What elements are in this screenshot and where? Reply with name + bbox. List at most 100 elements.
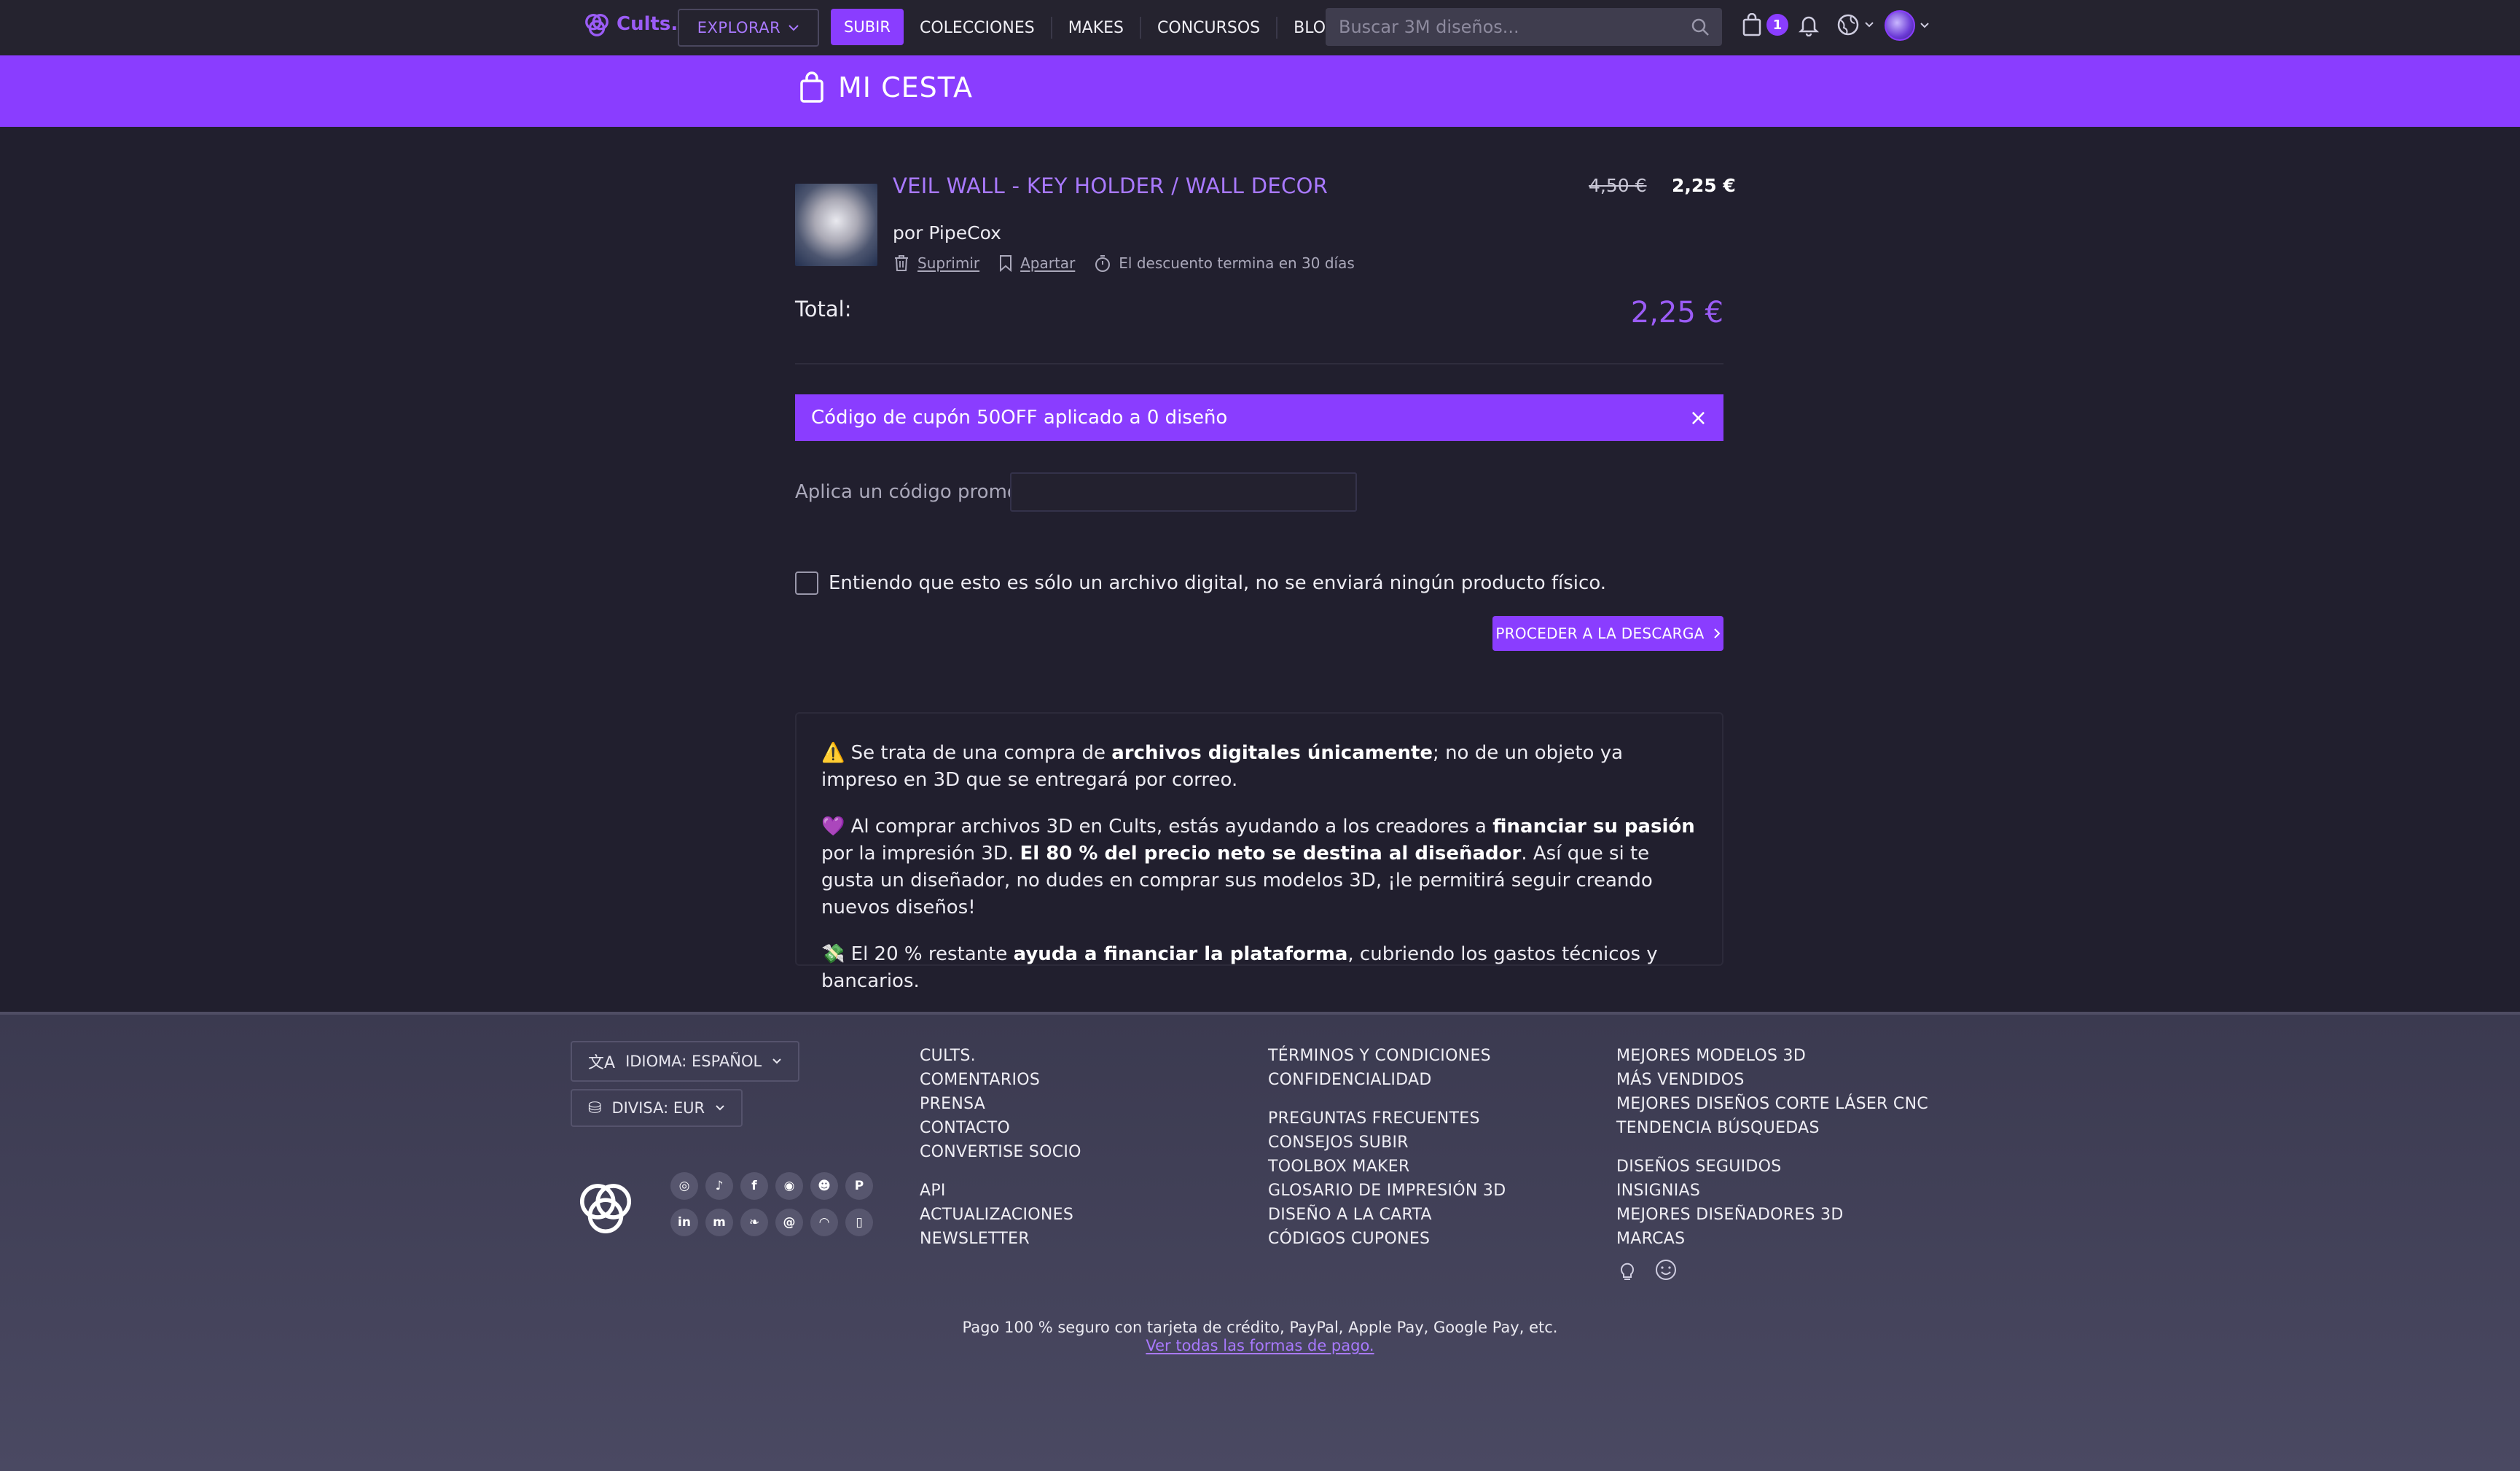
save-for-later-button[interactable]: Apartar <box>998 254 1075 273</box>
page-header: MI CESTA <box>0 55 2520 127</box>
currency-selector[interactable]: ⛁ DIVISA: EUR <box>571 1089 743 1127</box>
page-title-text: MI CESTA <box>838 71 973 104</box>
footer-link[interactable]: MEJORES MODELOS 3D <box>1616 1044 1928 1068</box>
cults-logo-icon <box>585 13 609 36</box>
item-author: por PipeCox <box>893 222 1001 243</box>
info-bold: financiar su pasión <box>1492 816 1695 838</box>
payment-note: Pago 100 % seguro con tarjeta de crédito… <box>962 1319 1558 1336</box>
footer-link[interactable]: TENDENCIA BÚSQUEDAS <box>1616 1116 1928 1140</box>
footer-link[interactable]: DISEÑO A LA CARTA <box>1268 1203 1506 1227</box>
user-menu-button[interactable] <box>1885 10 1930 41</box>
notifications-button[interactable] <box>1799 13 1819 36</box>
total-label: Total: <box>795 297 852 321</box>
info-digital-only: ⚠️ Se trata de una compra de archivos di… <box>821 740 1699 794</box>
info-text: Se trata de una compra de <box>850 742 1112 764</box>
threads-icon[interactable]: @ <box>775 1209 803 1236</box>
explore-button[interactable]: EXPLORAR <box>678 9 819 47</box>
footer-link[interactable]: MEJORES DISEÑADORES 3D <box>1616 1203 1928 1227</box>
chevron-down-icon <box>772 1058 781 1064</box>
footer-link[interactable]: MEJORES DISEÑOS CORTE LÁSER CNC <box>1616 1092 1928 1116</box>
coupon-message: Código de cupón 50OFF aplicado a 0 diseñ… <box>811 407 1228 429</box>
bluesky-icon[interactable]: ❧ <box>740 1209 768 1236</box>
chevron-down-icon <box>789 25 799 31</box>
item-title-link[interactable]: VEIL WALL - KEY HOLDER / WALL DECOR <box>893 173 1328 198</box>
delete-item-button[interactable]: Suprimir <box>893 254 979 273</box>
nav-link-collections[interactable]: COLECCIONES <box>904 17 1052 39</box>
shopping-bag-icon <box>800 71 823 103</box>
footer-link[interactable]: CÓDIGOS CUPONES <box>1268 1227 1506 1251</box>
footer-link[interactable]: TÉRMINOS Y CONDICIONES <box>1268 1044 1506 1068</box>
rss-icon[interactable]: ◠ <box>810 1209 838 1236</box>
proceed-label: PROCEDER A LA DESCARGA <box>1495 625 1705 642</box>
heart-icon: 💜 <box>821 816 845 838</box>
footer-link[interactable]: GLOSARIO DE IMPRESIÓN 3D <box>1268 1179 1506 1203</box>
coins-icon: ⛁ <box>588 1099 602 1117</box>
cults-logo[interactable]: Cults. <box>583 10 678 38</box>
discord-icon[interactable]: ☻ <box>810 1172 838 1200</box>
info-text: Al comprar archivos 3D en Cults, estás a… <box>850 816 1493 838</box>
item-original-price: 4,50 € <box>1589 175 1647 196</box>
close-icon[interactable]: × <box>1689 405 1707 431</box>
coupon-applied-banner: Código de cupón 50OFF aplicado a 0 diseñ… <box>795 394 1723 441</box>
footer <box>0 1012 2520 1471</box>
footer-link[interactable]: MÁS VENDIDOS <box>1616 1068 1928 1092</box>
search-input[interactable] <box>1337 16 1690 38</box>
explore-label: EXPLORAR <box>697 19 781 36</box>
instagram-icon[interactable]: ◎ <box>670 1172 698 1200</box>
lightbulb-icon[interactable] <box>1616 1258 1638 1281</box>
info-bold: ayuda a financiar la plataforma <box>1013 943 1348 965</box>
footer-link[interactable]: PRENSA <box>920 1092 1081 1116</box>
mastodon-icon[interactable]: m <box>705 1209 733 1236</box>
linkedin-icon[interactable]: in <box>670 1209 698 1236</box>
footer-link[interactable]: CULTS. <box>920 1044 1081 1068</box>
footer-column-about: CULTS. COMENTARIOS PRENSA CONTACTO CONVE… <box>920 1044 1081 1251</box>
proceed-to-download-button[interactable]: PROCEDER A LA DESCARGA <box>1492 616 1723 651</box>
language-selector[interactable]: 文A IDIOMA: ESPAÑOL <box>571 1041 800 1082</box>
footer-link[interactable]: NEWSLETTER <box>920 1227 1081 1251</box>
nav-link-makes[interactable]: MAKES <box>1052 17 1142 39</box>
footer-link[interactable]: INSIGNIAS <box>1616 1179 1928 1203</box>
footer-link[interactable]: CONVERTISE SOCIO <box>920 1140 1081 1164</box>
digital-confirmation-checkbox[interactable] <box>795 571 818 595</box>
tiktok-icon[interactable]: ♪ <box>705 1172 733 1200</box>
footer-link[interactable]: TOOLBOX MAKER <box>1268 1155 1506 1179</box>
footer-link[interactable]: DISEÑOS SEGUIDOS <box>1616 1155 1928 1179</box>
footer-link[interactable]: CONTACTO <box>920 1116 1081 1140</box>
nav-link-contests[interactable]: CONCURSOS <box>1141 17 1278 39</box>
bell-icon <box>1799 16 1819 36</box>
mobile-app-icon[interactable]: ▯ <box>845 1209 873 1236</box>
language-selector-label: IDIOMA: ESPAÑOL <box>625 1053 762 1070</box>
divider <box>795 363 1723 364</box>
language-menu-button[interactable] <box>1836 13 1874 36</box>
money-icon: 💸 <box>821 943 845 965</box>
facebook-icon[interactable]: f <box>740 1172 768 1200</box>
stopwatch-icon <box>1095 255 1111 272</box>
total-value: 2,25 € <box>1630 296 1723 329</box>
promo-code-input[interactable] <box>1010 472 1357 512</box>
info-bold: archivos digitales únicamente <box>1111 742 1433 764</box>
item-thumbnail[interactable] <box>795 184 877 266</box>
footer-link[interactable]: CONFIDENCIALIDAD <box>1268 1068 1506 1092</box>
cart-button[interactable]: 1 <box>1742 13 1788 36</box>
nav-links: COLECCIONES MAKES CONCURSOS BLOG <box>904 0 1354 55</box>
footer-link[interactable]: PREGUNTAS FRECUENTES <box>1268 1107 1506 1131</box>
footer-link[interactable]: API <box>920 1179 1081 1203</box>
footer-link[interactable]: CONSEJOS SUBIR <box>1268 1131 1506 1155</box>
digital-confirmation-label: Entiendo que esto es sólo un archivo dig… <box>829 572 1607 594</box>
pinterest-icon[interactable]: P <box>845 1172 873 1200</box>
search-icon[interactable] <box>1690 17 1710 37</box>
logo-text: Cults. <box>617 13 678 35</box>
footer-link[interactable]: COMENTARIOS <box>920 1068 1081 1092</box>
digital-confirmation: Entiendo que esto es sólo un archivo dig… <box>795 571 1606 595</box>
payment-methods-link[interactable]: Ver todas las formas de pago. <box>1146 1337 1374 1354</box>
footer-link[interactable]: ACTUALIZACIONES <box>920 1203 1081 1227</box>
social-links: ◎ ♪ f ◉ ☻ P in m ❧ @ ◠ ▯ <box>670 1172 873 1236</box>
cart-count-badge: 1 <box>1766 14 1788 36</box>
upload-button[interactable]: SUBIR <box>831 9 904 45</box>
footer-link[interactable]: MARCAS <box>1616 1227 1928 1251</box>
cults-footer-logo-icon[interactable] <box>574 1177 637 1239</box>
reddit-icon[interactable]: ◉ <box>775 1172 803 1200</box>
smiley-icon[interactable] <box>1654 1258 1678 1281</box>
